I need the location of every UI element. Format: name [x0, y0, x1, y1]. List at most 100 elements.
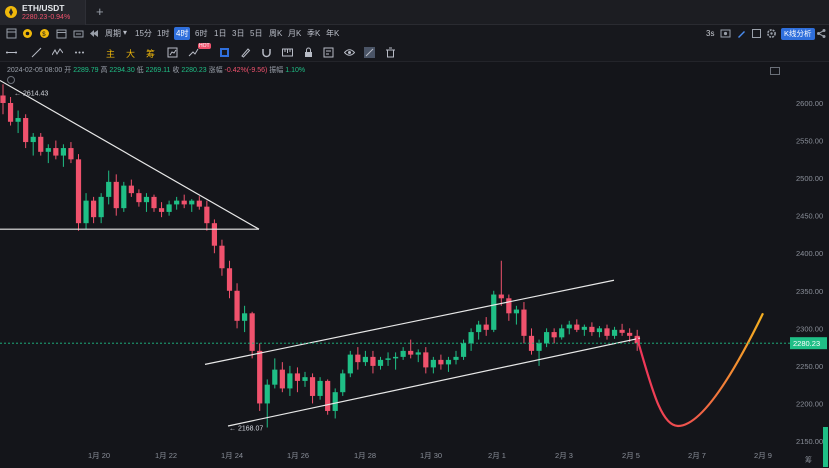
hide-drawings-icon[interactable] — [364, 47, 375, 58]
tf-4h[interactable]: 4时 — [174, 27, 191, 40]
candle-body — [287, 373, 293, 389]
candle-body — [340, 373, 346, 393]
gear-icon[interactable] — [766, 28, 777, 39]
candle-body — [98, 196, 104, 218]
tf-quarter[interactable]: 季K — [307, 28, 320, 39]
candle-body — [53, 148, 59, 156]
compare-icon[interactable] — [167, 47, 178, 58]
price-axis-tick: 2200.00 — [796, 399, 823, 408]
candle-body — [264, 384, 270, 404]
candle-body — [68, 148, 74, 160]
settings-circle-icon[interactable] — [22, 28, 33, 39]
candle-body — [415, 352, 421, 355]
window-icon[interactable] — [751, 28, 762, 39]
replay-icon[interactable] — [89, 28, 100, 39]
current-price-tag-text: 2280.23 — [793, 339, 820, 348]
candle-body — [385, 358, 391, 360]
date-axis-tick: 2月 5 — [622, 451, 640, 460]
trend-line-tool-icon[interactable] — [31, 47, 42, 58]
period-chevron-icon[interactable]: ▾ — [123, 28, 127, 37]
coin-icon[interactable]: $ — [39, 28, 50, 39]
tf-1d[interactable]: 1日 — [214, 28, 226, 39]
candle-body — [15, 118, 21, 122]
date-axis-tick: 1月 20 — [88, 451, 110, 460]
date-axis-tick: 2月 7 — [688, 451, 706, 460]
price-chart[interactable]: 2024-02-05 08:00 开 2289.79 高 2294.30 低 2… — [0, 62, 829, 468]
candle-body — [476, 324, 482, 333]
template-icon[interactable] — [219, 47, 230, 58]
tf-5d[interactable]: 5日 — [250, 28, 262, 39]
candle-body — [566, 324, 572, 329]
candle-body — [355, 354, 361, 363]
tf-week[interactable]: 周K — [269, 28, 282, 39]
candle-body — [196, 200, 202, 207]
add-tab-icon[interactable]: + — [96, 4, 104, 19]
candle-body — [7, 103, 14, 122]
tab-eth-usdt[interactable]: ETH/USDT 2280.23 -0.94% — [0, 0, 86, 25]
candle-body — [0, 95, 6, 103]
candle-body — [468, 332, 474, 344]
price-axis-tick: 2550.00 — [796, 137, 823, 146]
projection-curve — [635, 312, 764, 428]
kline-analysis-button[interactable]: K线分析 — [781, 28, 815, 40]
candle-body — [581, 326, 587, 330]
tf-6h[interactable]: 6时 — [195, 28, 207, 39]
drawing-lock-icon[interactable] — [73, 28, 84, 39]
brush-icon[interactable] — [240, 47, 251, 58]
candle-body — [408, 350, 414, 355]
note-icon[interactable] — [323, 47, 334, 58]
candle-body — [242, 313, 248, 321]
candle-body — [166, 204, 172, 212]
candle-body — [574, 324, 580, 330]
eye-visibility-icon[interactable] — [344, 47, 355, 58]
big-order-button[interactable]: 大 — [126, 47, 135, 60]
date-axis-tick: 1月 24 — [221, 451, 243, 460]
refresh-interval[interactable]: 3s — [706, 29, 714, 38]
lock-icon[interactable] — [303, 47, 314, 58]
pen-icon[interactable] — [736, 28, 747, 39]
period-dropdown[interactable]: 周期 — [105, 28, 121, 39]
strategy-icon[interactable] — [188, 47, 199, 58]
candle-body — [347, 354, 353, 374]
candle-body — [521, 309, 527, 336]
tf-3d[interactable]: 3日 — [232, 28, 244, 39]
layout-icon[interactable] — [6, 28, 17, 39]
date-axis-tick: 1月 30 — [420, 451, 442, 460]
wave-tool-icon[interactable] — [52, 47, 63, 58]
more-tools-icon[interactable] — [74, 47, 85, 58]
magnet-icon[interactable] — [261, 47, 272, 58]
candle-body — [393, 356, 399, 359]
tf-1h[interactable]: 1时 — [157, 28, 169, 39]
measure-icon[interactable] — [282, 47, 293, 58]
date-axis-tick: 1月 22 — [155, 451, 177, 460]
candle-body — [234, 290, 240, 321]
candle-body — [83, 200, 89, 224]
candle-body — [309, 377, 316, 396]
low-marker-label: ← 2168.07 — [229, 425, 263, 432]
candle-body — [491, 294, 497, 330]
hot-badge: HOT — [198, 43, 211, 49]
candle-body — [272, 369, 278, 385]
calendar-icon[interactable] — [56, 28, 67, 39]
tf-year[interactable]: 年K — [326, 28, 339, 39]
candle-body — [589, 326, 595, 333]
screenshot-icon[interactable] — [720, 28, 731, 39]
candlestick-chart: ← 2614.43 ← 2168.07 2600.00 2550.00 2500.00… — [0, 79, 828, 467]
main-indicator-button[interactable]: 主 — [106, 47, 115, 60]
candle-body — [91, 200, 97, 218]
candle-body — [445, 359, 452, 365]
chip-distribution-button[interactable]: 筹 — [146, 47, 155, 60]
candle-body — [226, 268, 233, 291]
candle-body — [370, 356, 376, 366]
share-icon[interactable] — [816, 28, 827, 39]
timeframe-toolbar: $ 周期 ▾ 15分 1时 4时 6时 1日 3日 5日 周K 月K 季K 年K… — [0, 25, 829, 43]
price-axis-tick: 2150.00 — [796, 437, 823, 446]
tf-15m[interactable]: 15分 — [135, 28, 152, 39]
candle-body — [302, 377, 308, 381]
candle-body — [377, 359, 384, 366]
tf-month[interactable]: 月K — [288, 28, 301, 39]
price-axis-tick: 2400.00 — [796, 249, 823, 258]
candle-body — [498, 294, 504, 299]
trash-icon[interactable] — [385, 47, 396, 58]
horizontal-line-tool-icon[interactable] — [6, 47, 17, 58]
